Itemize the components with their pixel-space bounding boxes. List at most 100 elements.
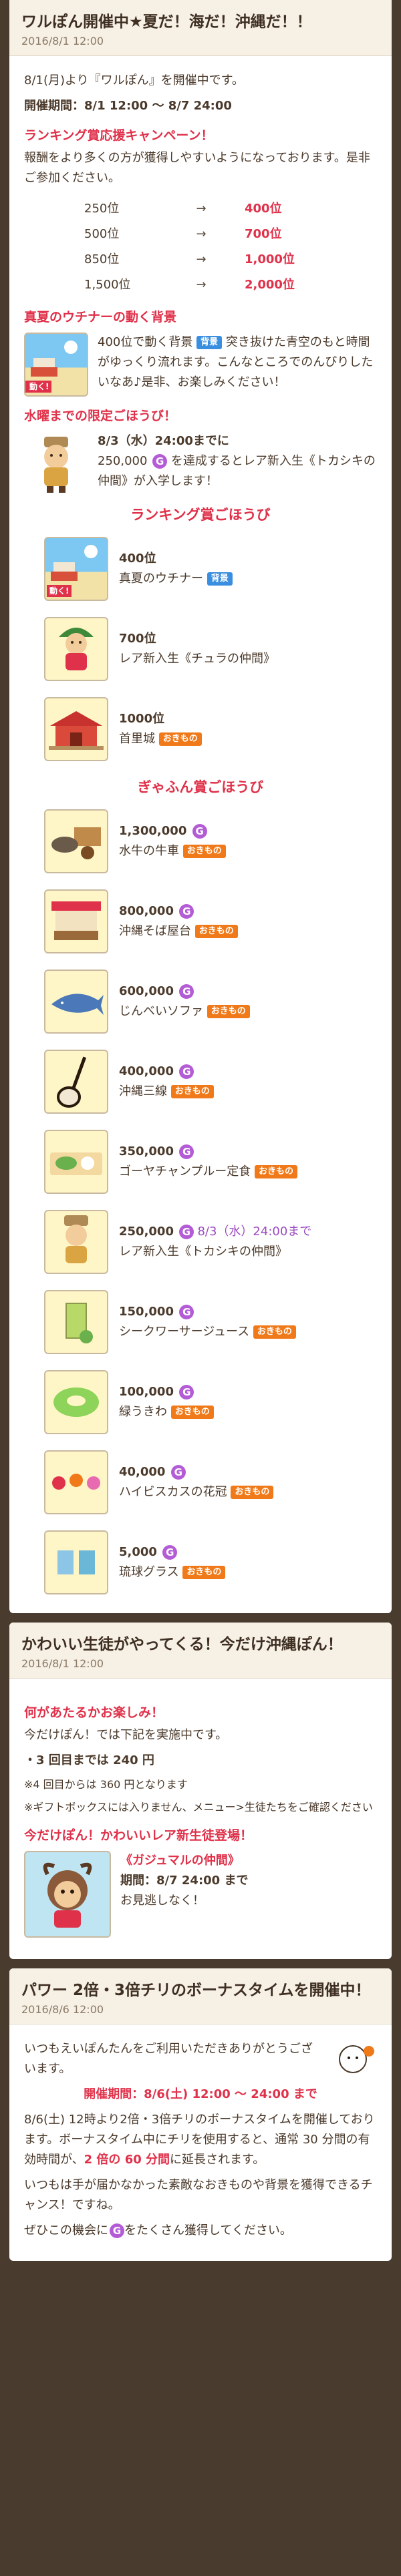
reward-pos-line: 600,000 G <box>119 982 250 1002</box>
period-label: 開催期間 <box>84 2087 132 2101</box>
g-coin-icon: G <box>179 1305 194 1319</box>
reward-pos-line: 1,300,000 G <box>119 821 226 841</box>
reward-tag: 背景 <box>207 572 233 586</box>
body-5: をたくさん獲得してください。 <box>124 2223 292 2237</box>
reward-tag: おきもの <box>255 1165 298 1178</box>
note-2: ※ギフトボックスには入りません、メニュー>生徒たちをご確認ください <box>24 1801 373 1813</box>
greeting-row: いつもえいぽんたんをご利用いただきありがとうございます。 <box>24 2039 377 2085</box>
hibiscus-icon <box>44 1450 108 1514</box>
price-prefix: ・3 回目までは <box>24 1753 114 1767</box>
period-line: 開催期間：8/1 12:00 〜 8/7 24:00 <box>24 96 377 116</box>
rank-row: 500位 → 700位 <box>84 222 377 247</box>
reward-item: 150,000 G シークワーサージュース おきもの <box>44 1290 377 1354</box>
rank-row: 250位 → 400位 <box>84 196 377 222</box>
reward-tag: おきもの <box>170 1406 214 1419</box>
reward-name: レア新入生《トカシキの仲間》 <box>119 1245 287 1259</box>
juice-icon <box>44 1290 108 1354</box>
reward-text: 250,000 G 8/3（水）24:00まで レア新入生《トカシキの仲間》 <box>119 1222 311 1262</box>
reward-tag: おきもの <box>207 1005 250 1018</box>
reward-text: 40,000 G ハイビスカスの花冠 おきもの <box>119 1462 274 1502</box>
campaign-text: 報酬をより多くの方が獲得しやすいようになっております。是非ご参加ください。 <box>24 151 370 185</box>
rank-row: 850位 → 1,000位 <box>84 247 377 272</box>
rare-period-line: 期間：8/7 24:00 まで <box>120 1871 377 1891</box>
bg-heading: 真夏のウチナーの動く背景 <box>24 310 177 325</box>
reward-pos: 400,000 <box>119 1064 174 1078</box>
bg-text-1: 400位で動く背景 <box>98 335 193 349</box>
reward-item: 700位 レア新入生《チュラの仲間》 <box>44 617 377 681</box>
g-coin-icon: G <box>110 2223 124 2238</box>
reward-name: 琉球グラス <box>119 1565 179 1579</box>
reward-name: ゴーヤチャンプルー定食 <box>119 1164 251 1178</box>
article-header: かわいい生徒がやってくる！今だけ沖縄ぽん！ 2016/8/1 12:00 <box>9 1623 392 1679</box>
rank-row: 1,500位 → 2,000位 <box>84 272 377 298</box>
limited-points: 250,000 <box>98 454 148 468</box>
g-coin-icon: G <box>179 984 194 999</box>
reward-pos: 100,000 <box>119 1385 174 1399</box>
reward-pos-line: 800,000 G <box>119 901 238 921</box>
g-coin-icon: G <box>192 824 207 839</box>
reward-name: 沖縄三線 <box>119 1084 167 1098</box>
reward-pos-line: 40,000 G <box>119 1462 273 1482</box>
reward-pos: 400位 <box>119 552 156 566</box>
reward-tag: おきもの <box>194 925 238 938</box>
article-body: 何があたるかお楽しみ！ 今だけぽん！では下記を実施中です。 ・3 回目までは 2… <box>9 1679 392 1959</box>
sanshin-icon <box>44 1050 108 1114</box>
g-coin-icon: G <box>152 454 168 469</box>
body-4: ぜひこの機会に <box>24 2223 108 2237</box>
move-badge: 動く! <box>47 585 72 597</box>
reward-name: 沖縄そば屋台 <box>119 924 191 938</box>
g-coin-icon: G <box>178 1225 194 1239</box>
reward-text: 1000位 首里城 おきもの <box>119 709 202 749</box>
article-date: 2016/8/1 12:00 <box>21 35 104 47</box>
arrow: → <box>196 202 207 216</box>
reward-item: 1000位 首里城 おきもの <box>44 697 377 761</box>
article-bonus-time: パワー 2倍・3倍チリのボーナスタイムを開催中！ 2016/8/6 12:00 … <box>9 1968 392 2261</box>
rank-change-table: 250位 → 400位 500位 → 700位 850位 → 1,000位 1,500位 → 2… <box>84 196 377 298</box>
reward-extra: 8/3（水）24:00まで <box>197 1225 312 1239</box>
fun-text: 今だけぽん！では下記を実施中です。 <box>24 1728 228 1742</box>
reward-pos-line: 250,000 G 8/3（水）24:00まで <box>119 1222 311 1242</box>
reward-pos: 150,000 <box>119 1305 174 1319</box>
body-2: に延長されます。 <box>170 2153 265 2167</box>
reward-pos-line: 5,000 G <box>119 1542 225 1562</box>
g-coin-icon: G <box>179 904 194 919</box>
reward-name: 真夏のウチナー <box>119 572 203 586</box>
reward-pos: 1,300,000 <box>119 824 187 838</box>
article-body: 8/1(月)より『ワルぽん』を開催中です。 開催期間：8/1 12:00 〜 8… <box>9 56 392 1613</box>
limited-date: 8/3（水）24:00までに <box>98 434 229 448</box>
article-title: ワルぽん開催中★夏だ！海だ！沖縄だ！！ <box>21 13 312 31</box>
reward-text: 700位 レア新入生《チュラの仲間》 <box>119 629 275 669</box>
rare-heading: 今だけぽん！かわいいレア新生徒登場！ <box>24 1828 253 1843</box>
student-tokashiki-icon <box>24 431 88 495</box>
reward-tag: おきもの <box>231 1486 274 1499</box>
bg-description: 400位で動く背景 背景 突き抜けた青空のもと時間がゆっくり流れます。こんなとこ… <box>98 333 377 397</box>
reward-name: ハイビスカスの花冠 <box>119 1485 227 1499</box>
reward-tag: おきもの <box>253 1325 296 1339</box>
reward-pos-line: 150,000 G <box>119 1302 296 1322</box>
reward-name: シークワーサージュース <box>119 1325 250 1339</box>
reward-text: 600,000 G じんべいソファ おきもの <box>119 982 250 1022</box>
champuru-icon <box>44 1130 108 1194</box>
reward-pos: 700位 <box>119 632 156 646</box>
reward-item: 動く! 400位 真夏のウチナー 背景 <box>44 537 377 601</box>
reward-item: 100,000 G 緑うきわ おきもの <box>44 1370 377 1434</box>
reward-pos: 800,000 <box>119 904 174 918</box>
article-date: 2016/8/1 12:00 <box>21 1657 104 1670</box>
rank-to: 400位 <box>245 202 282 216</box>
g-coin-icon: G <box>170 1465 186 1480</box>
article-title: かわいい生徒がやってくる！今だけ沖縄ぽん！ <box>21 1636 343 1653</box>
reward-item: 800,000 G 沖縄そば屋台 おきもの <box>44 889 377 953</box>
rare-note: お見逃しなく！ <box>120 1894 205 1908</box>
arrow: → <box>196 278 207 292</box>
limited-feature: 8/3（水）24:00までに 250,000 G を達成するとレア新入生《トカシ… <box>24 431 377 495</box>
body-paragraph: 8/6(土) 12時より2倍・3倍チリのボーナスタイムを開催しております。ボーナ… <box>24 2110 377 2170</box>
reward-item: 400,000 G 沖縄三線 おきもの <box>44 1050 377 1114</box>
note-1: ※4 回目からは 360 円となります <box>24 1778 188 1791</box>
reward-pos: 5,000 <box>119 1545 157 1559</box>
shuri-castle-icon <box>44 697 108 761</box>
price-line: ・3 回目までは 240 円 <box>24 1751 377 1771</box>
reward-name: 首里城 <box>119 732 155 746</box>
reward-name: 緑うきわ <box>119 1405 167 1419</box>
reward-name: レア新入生《チュラの仲間》 <box>119 652 275 666</box>
rank-from: 1,500位 <box>84 278 131 292</box>
